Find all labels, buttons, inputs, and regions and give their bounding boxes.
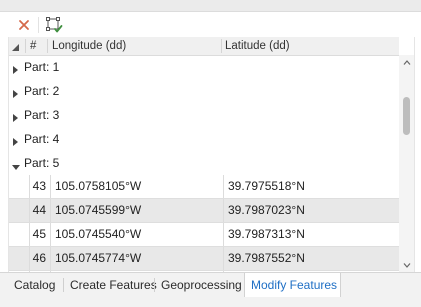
part-label: Part: 5 (24, 156, 60, 170)
vertex-index: 43 (32, 179, 46, 193)
vertex-index: 46 (32, 251, 46, 265)
select-vertices-button[interactable] (44, 15, 64, 35)
part-row-3[interactable]: Part: 3 (9, 103, 399, 127)
expand-arrow-icon[interactable] (12, 111, 19, 125)
cell-divider (50, 223, 51, 246)
cell-divider (50, 175, 51, 198)
column-header-latitude[interactable]: Latitude (dd) (225, 37, 290, 55)
table-row[interactable]: 44 105.0745599°W 39.7987023°N (9, 199, 399, 223)
column-header-longitude[interactable]: Longitude (dd) (52, 37, 126, 55)
longitude-cell[interactable]: 105.0745599°W (55, 199, 141, 222)
expand-arrow-icon[interactable] (12, 135, 19, 149)
header-divider (221, 39, 222, 53)
longitude-cell[interactable]: 105.0745540°W (55, 223, 141, 246)
chevron-up-icon (403, 59, 410, 65)
table-row[interactable]: 43 105.0758105°W 39.7975518°N (9, 175, 399, 199)
cell-divider (223, 223, 224, 246)
pane-tab-bar: Catalog Create Features Geoprocessing Mo… (0, 272, 421, 307)
part-label: Part: 4 (24, 132, 60, 146)
tab-geoprocessing[interactable]: Geoprocessing (155, 273, 248, 297)
latitude-cell[interactable]: 39.7987023°N (228, 199, 305, 222)
vertical-scrollbar[interactable] (399, 55, 414, 272)
part-label: Part: 2 (24, 84, 60, 98)
pane-top-strip (0, 0, 421, 12)
column-header-index[interactable]: # (30, 37, 36, 55)
part-row-4[interactable]: Part: 4 (9, 127, 399, 151)
header-divider (25, 39, 26, 53)
vertices-grid: # Longitude (dd) Latitude (dd) Part: 1 P… (8, 37, 415, 272)
collapse-arrow-icon[interactable] (12, 160, 20, 174)
vertex-index: 45 (32, 227, 46, 241)
longitude-cell[interactable]: 105.0758105°W (55, 175, 141, 198)
expand-arrow-icon[interactable] (12, 63, 19, 77)
cell-divider (223, 175, 224, 198)
scroll-down-button[interactable] (399, 258, 414, 272)
part-row-1[interactable]: Part: 1 (9, 55, 399, 79)
select-vertices-icon (46, 17, 63, 33)
toolbar-divider (38, 17, 39, 33)
cell-divider (50, 247, 51, 270)
latitude-cell[interactable]: 39.7987313°N (228, 223, 305, 246)
longitude-cell[interactable]: 105.0745774°W (55, 247, 141, 270)
tab-create-features[interactable]: Create Features (64, 273, 163, 297)
latitude-cell[interactable]: 39.7987552°N (228, 247, 305, 270)
grid-header: # Longitude (dd) Latitude (dd) (9, 37, 399, 56)
table-row[interactable]: 45 105.0745540°W 39.7987313°N (9, 223, 399, 247)
tab-catalog[interactable]: Catalog (8, 273, 61, 297)
edit-toolbar (0, 12, 421, 37)
cell-divider (223, 247, 224, 270)
header-divider (47, 39, 48, 53)
latitude-cell[interactable]: 39.7975518°N (228, 175, 305, 198)
scroll-thumb[interactable] (403, 97, 410, 136)
part-row-2[interactable]: Part: 2 (9, 79, 399, 103)
part-row-5[interactable]: Part: 5 (9, 151, 399, 175)
cell-divider (50, 199, 51, 222)
vertex-index: 44 (32, 203, 46, 217)
discard-button[interactable] (14, 15, 34, 35)
tab-modify-features[interactable]: Modify Features (244, 273, 341, 297)
part-label: Part: 3 (24, 108, 60, 122)
collapse-all-icon[interactable] (11, 41, 20, 55)
cell-divider (223, 199, 224, 222)
scroll-up-button[interactable] (399, 55, 414, 69)
table-row[interactable]: 46 105.0745774°W 39.7987552°N (9, 247, 399, 271)
part-label: Part: 1 (24, 60, 60, 74)
expand-arrow-icon[interactable] (12, 87, 19, 101)
chevron-down-icon (403, 262, 410, 268)
close-icon (19, 20, 29, 30)
